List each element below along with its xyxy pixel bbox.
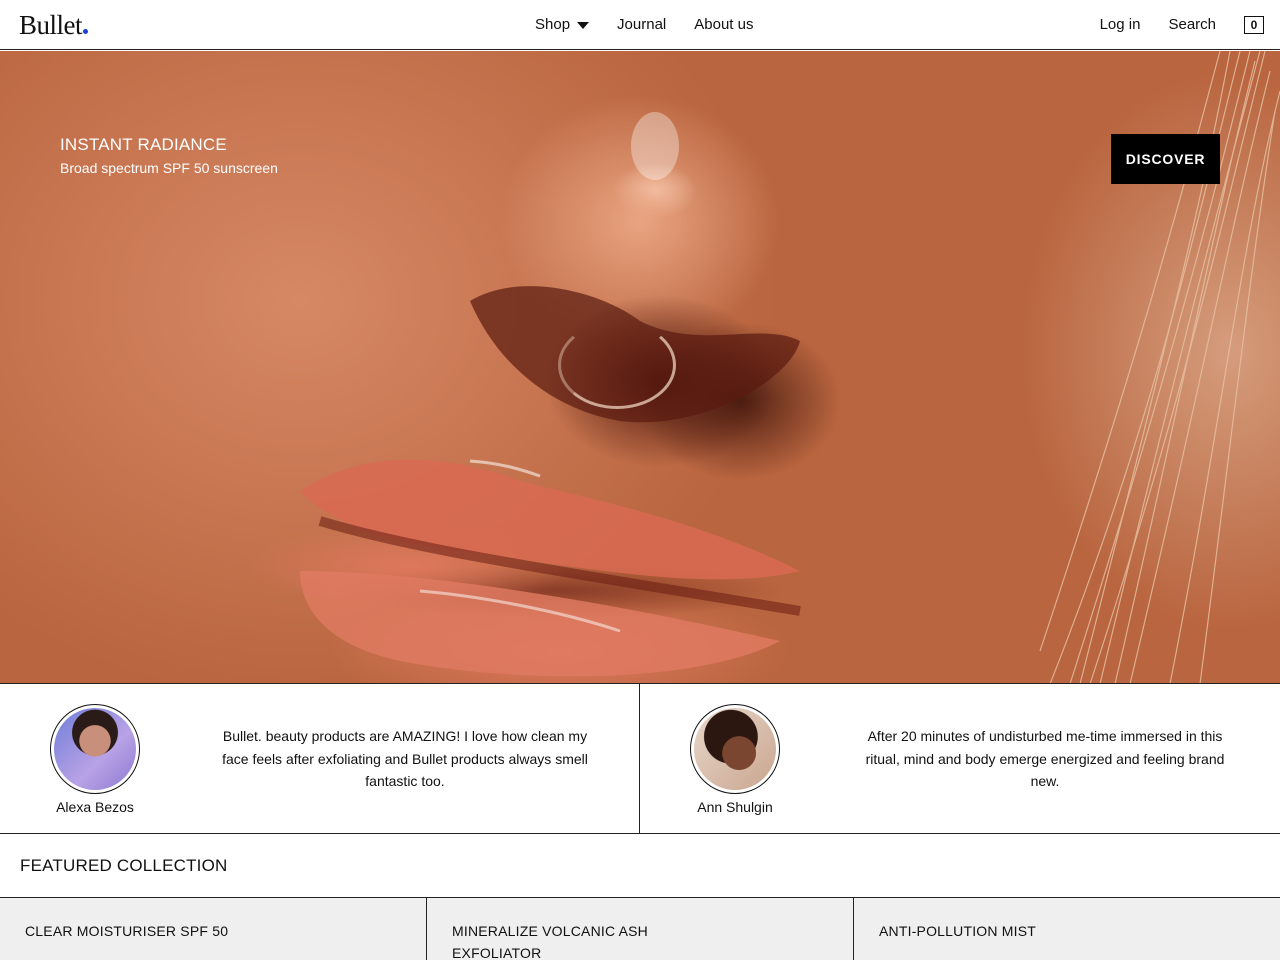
discover-button[interactable]: DISCOVER (1111, 134, 1220, 184)
nav-shop[interactable]: Shop (535, 16, 590, 34)
nav-shop-label: Shop (535, 16, 571, 33)
nav-about-label: About us (694, 16, 754, 33)
nav-journal-label: Journal (617, 16, 667, 33)
testimonial-card: Ann Shulgin After 20 minutes of undistur… (640, 684, 1280, 833)
product-card[interactable]: CLEAR MOISTURISER SPF 50 (0, 898, 427, 960)
testimonial-author: Ann Shulgin (697, 799, 773, 815)
product-card[interactable]: ANTI-POLLUTION MIST (854, 898, 1280, 960)
chevron-down-icon (577, 21, 590, 29)
product-card[interactable]: MINERALIZE VOLCANIC ASH EXFOLIATOR (427, 898, 854, 960)
avatar-image (694, 708, 776, 790)
hero-banner: INSTANT RADIANCE Broad spectrum SPF 50 s… (0, 51, 1280, 684)
nav-journal[interactable]: Journal (617, 16, 666, 34)
logo-dot (83, 29, 88, 34)
nav-about[interactable]: About us (694, 16, 753, 34)
search-link[interactable]: Search (1168, 16, 1216, 34)
account-nav: Log in Search 0 (1100, 16, 1264, 34)
testimonial-author: Alexa Bezos (56, 799, 134, 815)
cart-count: 0 (1250, 18, 1258, 32)
brand-logo[interactable]: Bullet (19, 8, 88, 42)
main-nav: Shop Journal About us (535, 16, 753, 34)
hair-texture (1039, 51, 1280, 683)
featured-collection-title: FEATURED COLLECTION (20, 856, 228, 875)
brand-logo-text: Bullet (19, 10, 83, 40)
avatar-image (54, 708, 136, 790)
product-name: CLEAR MOISTURISER SPF 50 (25, 923, 229, 939)
nose-ring (558, 321, 676, 409)
testimonial-quote: After 20 minutes of undisturbed me-time … (865, 728, 1225, 789)
site-header: Bullet Shop Journal About us Log in Sear… (0, 0, 1280, 50)
hero-subtitle: Broad spectrum SPF 50 sunscreen (60, 160, 278, 176)
hero-title: INSTANT RADIANCE (60, 135, 227, 154)
avatar (50, 704, 140, 794)
cart-button[interactable]: 0 (1244, 16, 1264, 34)
testimonial-quote: Bullet. beauty products are AMAZING! I l… (222, 728, 588, 789)
product-name: ANTI-POLLUTION MIST (879, 923, 1037, 939)
avatar (690, 704, 780, 794)
testimonials: Alexa Bezos Bullet. beauty products are … (0, 684, 1280, 834)
login-link[interactable]: Log in (1100, 16, 1141, 34)
product-grid: CLEAR MOISTURISER SPF 50 MINERALIZE VOLC… (0, 897, 1280, 960)
testimonial-card: Alexa Bezos Bullet. beauty products are … (0, 684, 640, 833)
product-name: MINERALIZE VOLCANIC ASH EXFOLIATOR (452, 923, 648, 960)
